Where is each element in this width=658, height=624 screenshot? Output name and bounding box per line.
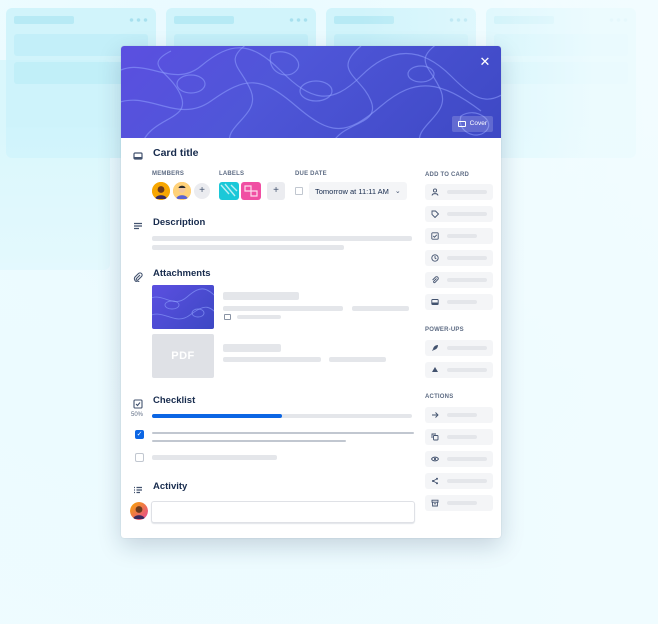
drive-icon: [431, 366, 439, 374]
due-date-button[interactable]: Tomorrow at 11:11 AM ⌄: [309, 182, 407, 200]
labels-button[interactable]: [425, 206, 493, 222]
cover-pattern: [121, 46, 501, 138]
move-button[interactable]: [425, 407, 493, 423]
card-icon: [133, 148, 143, 160]
cover-button[interactable]: Cover: [451, 116, 493, 132]
due-date-label: DUE DATE: [295, 171, 327, 177]
labels-field: LABELS +: [219, 171, 285, 200]
person-icon: [431, 188, 439, 196]
due-date-value: Tomorrow at 11:11 AM: [315, 186, 389, 196]
activity-title: Activity: [153, 481, 188, 492]
label-chip-pink[interactable]: [241, 182, 261, 200]
copy-button[interactable]: [425, 429, 493, 445]
power-ups-label: POWER-UPS: [425, 327, 464, 333]
card-detail-modal: ✕ Cover Card title MEMBERS + LABELS + DU…: [121, 46, 501, 538]
archive-button[interactable]: [425, 495, 493, 511]
description-icon: [133, 218, 143, 229]
description-placeholder[interactable]: [152, 236, 412, 241]
activity-header: Activity: [133, 481, 188, 493]
checklist-button[interactable]: [425, 228, 493, 244]
attachment-thumbnail-image[interactable]: [152, 285, 214, 329]
checklist-item-checkbox[interactable]: ✓: [135, 430, 144, 439]
archive-icon: [431, 499, 439, 507]
checklist-item-checkbox[interactable]: [135, 453, 144, 462]
description-header: Description: [133, 217, 206, 229]
members-button[interactable]: [425, 184, 493, 200]
board-list-bg: [486, 8, 636, 158]
checklist-item-text-completed[interactable]: [152, 432, 414, 434]
paperclip-icon: [431, 276, 439, 284]
attachments-title: Attachments: [153, 268, 211, 279]
arrow-right-icon: [431, 411, 439, 419]
checklist-item-text-completed[interactable]: [152, 440, 346, 442]
cover-icon: [224, 314, 231, 320]
card-title-row: Card title: [133, 147, 199, 160]
card-cover: ✕ Cover: [121, 46, 501, 138]
close-button[interactable]: ✕: [477, 54, 493, 70]
rocket-icon: [431, 344, 439, 352]
share-icon: [431, 477, 439, 485]
current-user-avatar: [130, 502, 148, 520]
add-member-button[interactable]: +: [194, 183, 210, 199]
member-avatar[interactable]: [152, 182, 170, 200]
add-to-card-label: ADD TO CARD: [425, 172, 470, 178]
cover-icon: [431, 298, 439, 306]
chevron-down-icon: ⌄: [394, 188, 401, 195]
cover-icon: [457, 121, 466, 127]
power-up-button[interactable]: [425, 340, 493, 356]
checklist-progress-text: 50%: [131, 412, 144, 418]
checklist-header: Checklist: [133, 395, 196, 409]
attachment-meta-placeholder: [329, 357, 386, 362]
checklist-progress-fill: [152, 414, 282, 418]
members-field: MEMBERS +: [152, 171, 210, 200]
checklist-icon: [431, 232, 439, 240]
power-up-button[interactable]: [425, 362, 493, 378]
make-cover-placeholder[interactable]: [237, 315, 281, 319]
attachment-name-placeholder[interactable]: [223, 344, 281, 352]
clock-icon: [431, 254, 439, 262]
pdf-label: PDF: [171, 350, 195, 362]
label-chip-cyan[interactable]: [219, 182, 239, 200]
members-label: MEMBERS: [152, 171, 185, 177]
add-label-button[interactable]: +: [267, 182, 285, 200]
member-avatar[interactable]: [173, 182, 191, 200]
description-placeholder[interactable]: [152, 245, 344, 250]
attachment-name-placeholder[interactable]: [223, 292, 299, 300]
paperclip-icon: [133, 269, 143, 282]
eye-icon: [430, 455, 440, 463]
attachment-button[interactable]: [425, 272, 493, 288]
checklist-icon: [133, 396, 143, 409]
actions-label: ACTIONS: [425, 394, 454, 400]
tag-icon: [431, 210, 440, 219]
due-date-field: DUE DATE Tomorrow at 11:11 AM ⌄: [295, 171, 407, 200]
cover-button-label: Cover: [469, 120, 487, 127]
cover-sidebar-button[interactable]: [425, 294, 493, 310]
labels-label: LABELS: [219, 171, 245, 177]
activity-icon: [133, 482, 143, 493]
description-title: Description: [153, 217, 206, 228]
attachment-meta-placeholder: [223, 357, 321, 362]
due-complete-checkbox[interactable]: [295, 187, 303, 195]
copy-icon: [431, 433, 439, 441]
attachment-thumbnail-pdf[interactable]: PDF: [152, 334, 214, 378]
checklist-title: Checklist: [153, 395, 196, 406]
checklist-progress-bar: [152, 414, 412, 418]
checklist-item-text[interactable]: [152, 455, 277, 460]
card-title[interactable]: Card title: [153, 147, 199, 159]
attachment-meta-placeholder: [352, 306, 409, 311]
comment-input[interactable]: [151, 501, 415, 523]
attachment-meta-placeholder: [223, 306, 343, 311]
dates-button[interactable]: [425, 250, 493, 266]
watch-button[interactable]: [425, 451, 493, 467]
attachments-header: Attachments: [133, 268, 211, 282]
share-button[interactable]: [425, 473, 493, 489]
